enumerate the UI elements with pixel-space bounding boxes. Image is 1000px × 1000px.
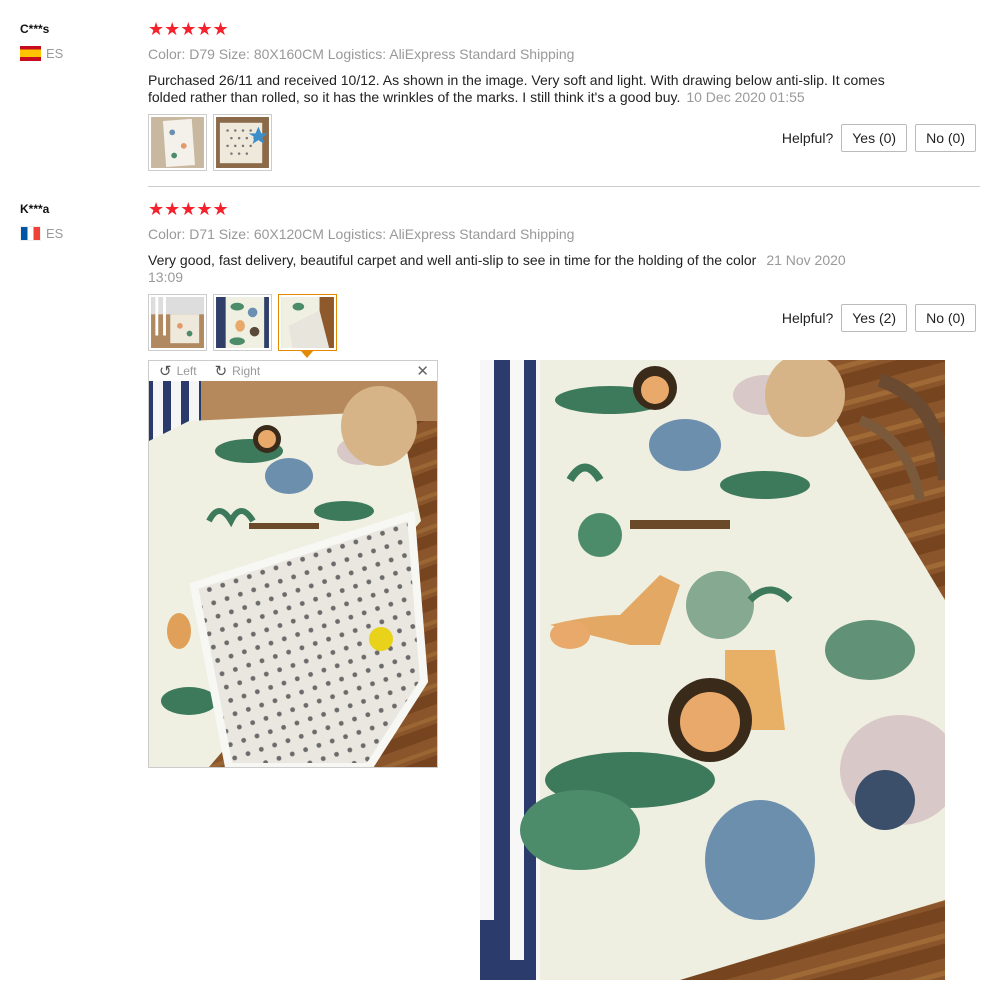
rotate-right-label: Right: [232, 364, 261, 378]
helpful-no-button[interactable]: No (0): [915, 304, 976, 332]
viewer-toolbar: ↺ Left ↻ Right ✕: [149, 361, 437, 381]
rug-folded-thumbnail: [281, 297, 334, 348]
expanded-review-photo: [480, 360, 945, 980]
review-date: 10 Dec 2020 01:55: [686, 89, 805, 105]
review-thumbnail[interactable]: [148, 294, 207, 351]
rotate-left-button[interactable]: ↺ Left: [159, 362, 197, 380]
helpful-yes-button[interactable]: Yes (2): [841, 304, 908, 332]
rotate-right-button[interactable]: ↻ Right: [215, 362, 261, 380]
rug-backing-thumbnail: [216, 117, 269, 168]
viewer-photo: [149, 381, 437, 767]
review-thumbnails: [148, 114, 272, 171]
reviewer-name: C***s: [20, 22, 50, 36]
crib-photo-thumbnail: [151, 297, 204, 348]
close-icon[interactable]: ✕: [416, 362, 429, 380]
review-body: Very good, fast delivery, beautiful carp…: [148, 252, 757, 268]
helpful-votes: Helpful? Yes (0) No (0): [782, 124, 976, 152]
review-text: Purchased 26/11 and received 10/12. As s…: [148, 72, 888, 106]
helpful-label: Helpful?: [781, 310, 834, 326]
rug-photo-thumbnail: [151, 117, 204, 168]
country-code: ES: [46, 46, 64, 61]
rotate-left-label: Left: [176, 364, 197, 378]
reviewer-country: ES: [20, 226, 63, 241]
helpful-yes-button[interactable]: Yes (0): [841, 124, 908, 152]
reviewer-name: K***a: [20, 202, 50, 216]
helpful-label: Helpful?: [781, 130, 834, 146]
country-code: ES: [46, 226, 64, 241]
rug-full-photo: [480, 360, 945, 980]
review-divider: [148, 186, 980, 187]
review-item: K***a ES ★★★★★ Color: D71 Size: 60X120CM…: [0, 200, 1000, 360]
review-meta: Color: D79 Size: 80X160CM Logistics: Ali…: [148, 46, 575, 62]
rug-animals-thumbnail: [216, 297, 269, 348]
rotate-left-icon: ↺: [159, 363, 172, 380]
review-meta: Color: D71 Size: 60X120CM Logistics: Ali…: [148, 226, 575, 242]
review-thumbnail[interactable]: [213, 294, 272, 351]
review-thumbnail-selected[interactable]: [278, 294, 337, 358]
star-rating: ★★★★★: [148, 199, 229, 219]
review-text: Very good, fast delivery, beautiful carp…: [148, 252, 863, 286]
reviewer-country: ES: [20, 46, 63, 61]
review-item: C***s ES ★★★★★ Color: D79 Size: 80X160CM…: [0, 0, 1000, 188]
helpful-no-button[interactable]: No (0): [915, 124, 976, 152]
review-thumbnail[interactable]: [148, 114, 207, 171]
image-viewer: ↺ Left ↻ Right ✕: [148, 360, 438, 768]
star-rating: ★★★★★: [148, 19, 229, 39]
helpful-votes: Helpful? Yes (2) No (0): [782, 304, 976, 332]
folded-rug-photo: [149, 381, 437, 767]
spain-flag-icon: [20, 46, 41, 61]
review-thumbnails: [148, 294, 337, 358]
france-flag-icon: [20, 226, 41, 241]
rotate-right-icon: ↻: [214, 363, 228, 380]
review-thumbnail[interactable]: [213, 114, 272, 171]
